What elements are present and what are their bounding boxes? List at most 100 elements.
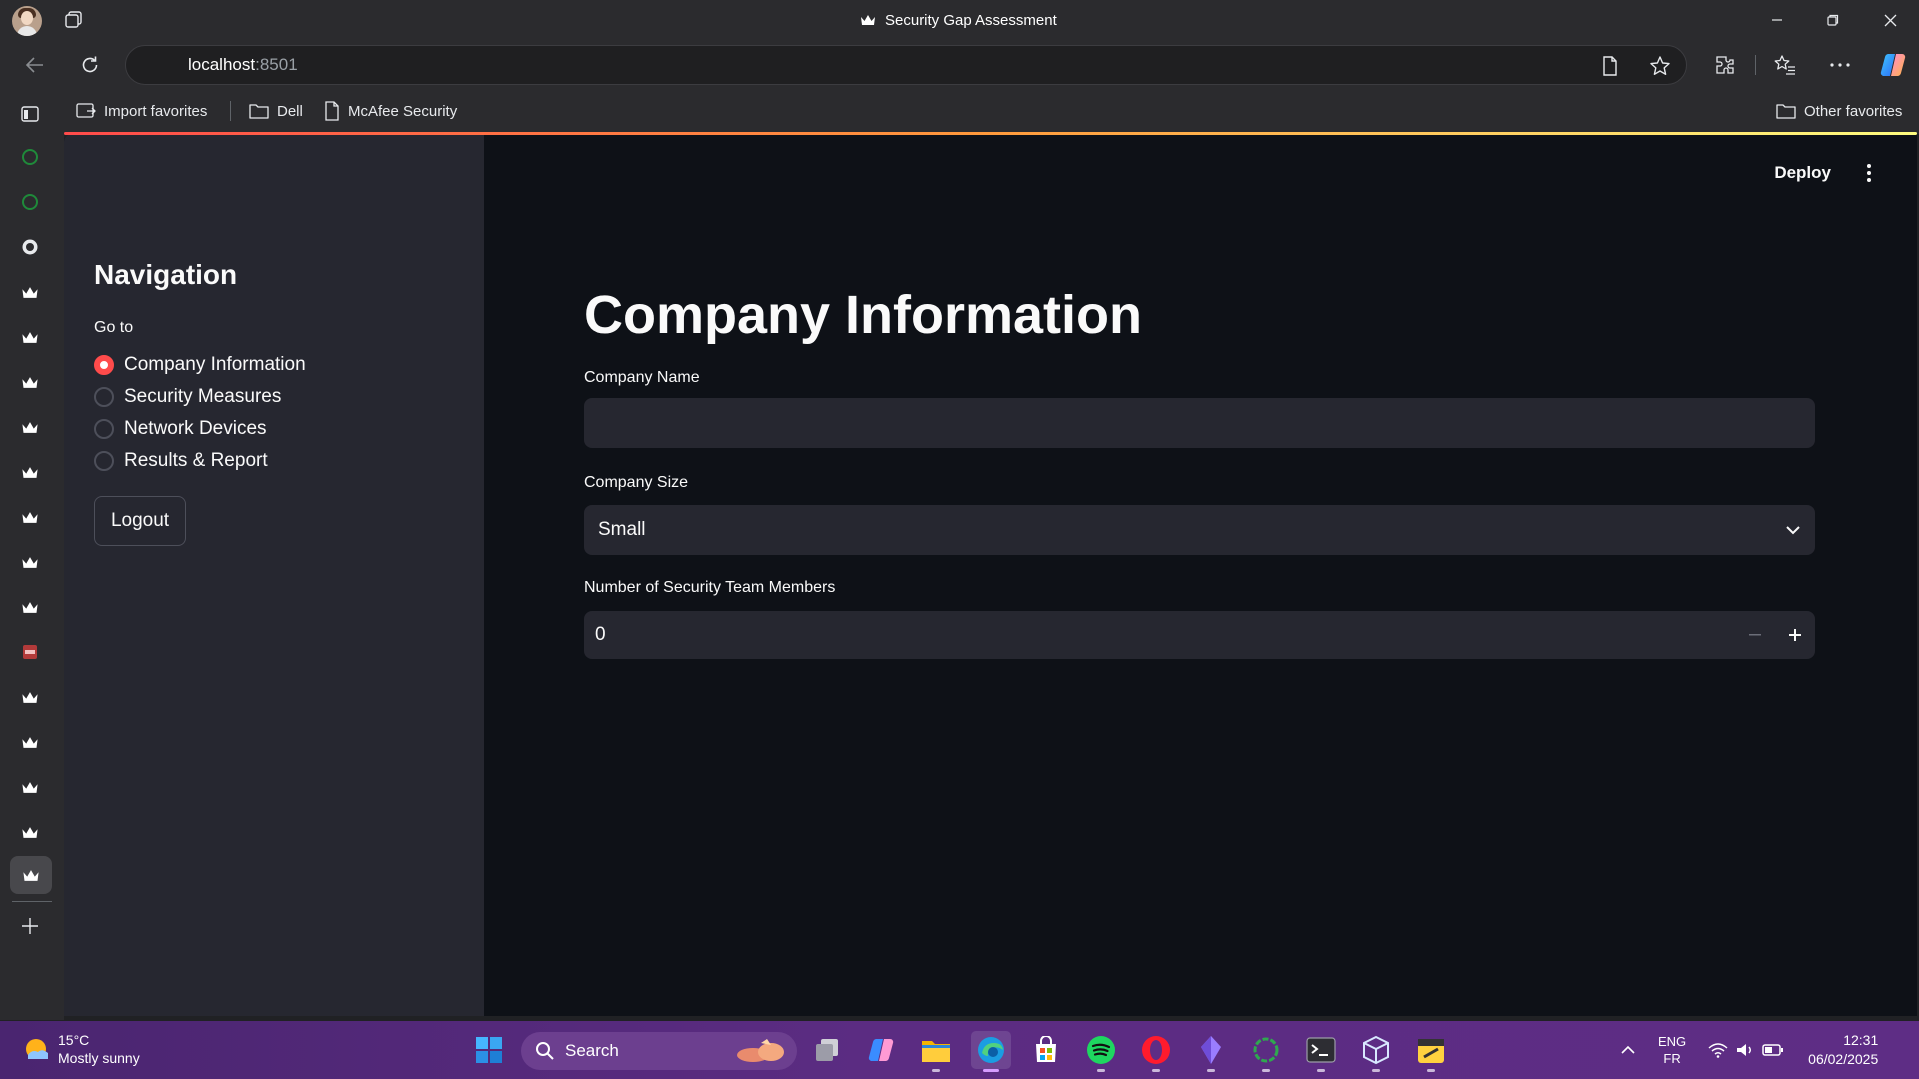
radio-security-measures[interactable]: Security Measures <box>94 383 281 411</box>
radio-network-devices[interactable]: Network Devices <box>94 415 267 443</box>
file-explorer-icon[interactable] <box>916 1031 956 1072</box>
favorites-bar: Import favorites Dell McAfee Security Ot… <box>64 90 1919 134</box>
spotify-icon[interactable] <box>1081 1031 1121 1072</box>
github-tab-icon[interactable] <box>18 235 42 259</box>
task-view-icon[interactable] <box>807 1031 847 1069</box>
favorites-icon[interactable] <box>1770 50 1800 80</box>
toolbar-divider <box>1755 55 1756 75</box>
copilot-taskbar-icon[interactable] <box>861 1031 901 1069</box>
sidebar-title: Navigation <box>94 259 238 290</box>
chevron-down-icon <box>1785 525 1801 535</box>
radio-unselected-icon <box>94 387 114 407</box>
visual-studio-icon[interactable] <box>1191 1031 1231 1072</box>
browser-toolbar: localhost:8501 <box>0 40 1919 90</box>
search-highlight-icon <box>733 1037 791 1065</box>
favorites-divider <box>230 101 231 121</box>
folder-icon <box>249 103 269 119</box>
streamlit-tab-icon[interactable] <box>18 820 42 844</box>
deploy-button[interactable]: Deploy <box>1774 163 1831 183</box>
volume-icon[interactable] <box>1736 1042 1754 1058</box>
streamlit-tab-icon[interactable] <box>18 325 42 349</box>
app-top-accent-bar <box>64 132 1917 135</box>
streamlit-tab-icon[interactable] <box>18 280 42 304</box>
tabs-divider <box>12 901 52 902</box>
loading-tab-icon[interactable] <box>18 190 42 214</box>
language-indicator[interactable]: ENG FR <box>1658 1033 1686 1067</box>
microsoft-store-icon[interactable] <box>1026 1031 1066 1069</box>
vertical-tabs-bar <box>0 90 64 1020</box>
company-size-value: Small <box>598 519 646 540</box>
streamlit-tab-icon[interactable] <box>18 460 42 484</box>
streamlit-tab-icon[interactable] <box>18 550 42 574</box>
security-team-stepper[interactable]: 0 <box>584 611 1815 659</box>
favorite-mcafee[interactable]: McAfee Security <box>324 90 457 132</box>
streamlit-tab-icon[interactable] <box>18 685 42 709</box>
virtualbox-icon[interactable] <box>1356 1031 1396 1072</box>
back-icon[interactable] <box>20 50 50 80</box>
company-name-label: Company Name <box>584 369 700 386</box>
company-name-input[interactable] <box>584 398 1815 448</box>
page-title: Company Information <box>584 285 1143 345</box>
streamlit-tab-icon[interactable] <box>18 505 42 529</box>
reading-view-icon[interactable] <box>1600 55 1620 77</box>
minimize-icon[interactable] <box>1749 0 1805 40</box>
copilot-icon[interactable] <box>1878 50 1908 80</box>
radio-results-report[interactable]: Results & Report <box>94 447 268 475</box>
streamlit-tab-icon[interactable] <box>18 595 42 619</box>
edge-browser-icon[interactable] <box>971 1031 1011 1072</box>
refresh-icon[interactable] <box>75 50 105 80</box>
url-text[interactable]: localhost:8501 <box>188 55 298 75</box>
favorite-dell[interactable]: Dell <box>249 90 303 132</box>
start-button[interactable] <box>469 1031 509 1069</box>
loading-app-icon[interactable] <box>1246 1031 1286 1072</box>
restore-icon[interactable] <box>1805 0 1861 40</box>
security-team-value[interactable]: 0 <box>584 624 1735 646</box>
main-menu-icon[interactable] <box>1859 162 1879 184</box>
weather-widget[interactable]: 15°C Mostly sunny <box>22 1031 140 1067</box>
extensions-icon[interactable] <box>1710 50 1740 80</box>
windows-taskbar: 15°C Mostly sunny Search ENG FR 12:31 06… <box>0 1021 1919 1079</box>
favorite-star-icon[interactable] <box>1649 55 1671 77</box>
more-options-icon[interactable] <box>1825 50 1855 80</box>
wifi-icon[interactable] <box>1708 1042 1728 1058</box>
taskbar-search[interactable]: Search <box>521 1032 797 1070</box>
sticky-app-icon[interactable] <box>1411 1031 1451 1072</box>
app-header-actions: Deploy <box>1774 162 1879 184</box>
battery-icon[interactable] <box>1762 1042 1784 1058</box>
app-sidebar: Navigation Go to Company Information Sec… <box>64 134 484 1016</box>
radio-company-information[interactable]: Company Information <box>94 351 306 379</box>
loading-tab-icon[interactable] <box>18 145 42 169</box>
radio-selected-icon <box>94 355 114 375</box>
address-bar[interactable]: localhost:8501 <box>125 45 1687 85</box>
streamlit-tab-icon[interactable] <box>18 730 42 754</box>
tab-title[interactable]: Security Gap Assessment <box>860 0 1057 40</box>
folder-icon <box>1776 103 1796 119</box>
browser-title-bar: Security Gap Assessment <box>0 0 1919 40</box>
increment-icon[interactable] <box>1775 611 1815 659</box>
streamlit-crown-icon <box>860 14 876 26</box>
terminal-icon[interactable] <box>1301 1031 1341 1072</box>
company-size-select[interactable]: Small <box>584 505 1815 555</box>
opera-icon[interactable] <box>1136 1031 1176 1072</box>
show-hidden-icons-chevron-up-icon[interactable] <box>1620 1045 1636 1055</box>
other-favorites[interactable]: Other favorites <box>1776 90 1902 132</box>
search-icon <box>535 1041 555 1061</box>
decrement-icon[interactable] <box>1735 611 1775 659</box>
weather-description: Mostly sunny <box>58 1050 140 1066</box>
new-tab-plus-icon[interactable] <box>18 914 42 938</box>
active-tab-streamlit-icon[interactable] <box>10 856 52 894</box>
close-icon[interactable] <box>1862 0 1918 40</box>
import-favorites-icon <box>76 102 96 120</box>
system-tray: ENG FR 12:31 06/02/2025 <box>1620 1021 1878 1079</box>
pdf-tab-icon[interactable] <box>18 640 42 664</box>
logout-button[interactable]: Logout <box>94 496 186 546</box>
favorite-import[interactable]: Import favorites <box>76 90 207 132</box>
streamlit-tab-icon[interactable] <box>18 415 42 439</box>
workspaces-icon[interactable] <box>64 10 84 30</box>
tab-actions-icon[interactable] <box>18 102 42 126</box>
profile-avatar[interactable] <box>12 6 42 36</box>
sunny-weather-icon <box>22 1035 50 1063</box>
streamlit-tab-icon[interactable] <box>18 370 42 394</box>
clock[interactable]: 12:31 06/02/2025 <box>1808 1031 1878 1069</box>
streamlit-tab-icon[interactable] <box>18 775 42 799</box>
